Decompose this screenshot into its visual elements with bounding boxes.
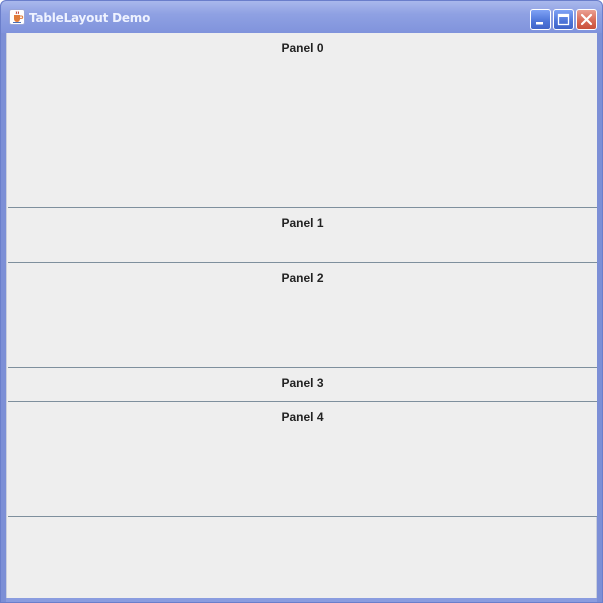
panel-1-label: Panel 1: [281, 216, 324, 230]
content-pane: Panel 0 Panel 1 Panel 2 Panel 3 Panel 4: [6, 33, 597, 598]
close-icon: [580, 13, 593, 26]
panel-2-label: Panel 2: [281, 271, 324, 285]
panel-0-label: Panel 0: [281, 41, 324, 55]
window-bottom-border[interactable]: [6, 598, 597, 602]
minimize-button[interactable]: [530, 9, 551, 30]
close-button[interactable]: [576, 9, 597, 30]
panel-3: Panel 3: [8, 368, 597, 402]
panel-4: Panel 4: [8, 402, 597, 517]
java-cup-icon[interactable]: [9, 9, 25, 25]
panel-4-label: Panel 4: [281, 410, 324, 424]
window-title: TableLayout Demo: [29, 11, 151, 25]
title-bar[interactable]: TableLayout Demo: [1, 1, 602, 33]
maximize-button[interactable]: [553, 9, 574, 30]
minimize-icon: [536, 22, 543, 25]
panel-2: Panel 2: [8, 263, 597, 368]
panel-1: Panel 1: [8, 208, 597, 263]
panel-0: Panel 0: [8, 33, 597, 208]
app-window: TableLayout Demo Panel 0 Panel 1 Panel 2: [0, 0, 603, 603]
panel-3-label: Panel 3: [281, 376, 324, 390]
maximize-icon: [557, 13, 570, 26]
